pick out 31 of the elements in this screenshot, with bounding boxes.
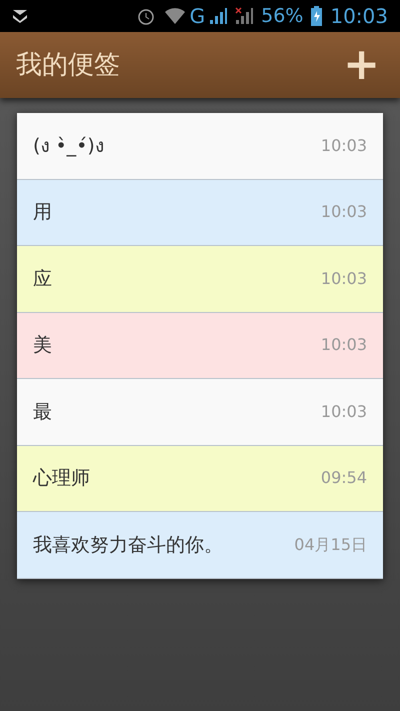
note-time: 10:03 bbox=[320, 268, 367, 290]
no-signal-icon bbox=[235, 7, 254, 25]
wifi-icon bbox=[164, 7, 186, 25]
note-text: 最 bbox=[33, 400, 52, 424]
note-time: 10:03 bbox=[320, 334, 367, 356]
app-title: 我的便签 bbox=[16, 48, 120, 82]
note-item[interactable]: 心理师 09:54 bbox=[17, 446, 383, 512]
note-text: (ง •̀_•́)ง bbox=[33, 134, 104, 158]
note-item[interactable]: 我喜欢努力奋斗的你。 04月15日 bbox=[17, 512, 383, 578]
note-item[interactable]: (ง •̀_•́)ง 10:03 bbox=[17, 113, 383, 180]
notification-icon bbox=[12, 9, 28, 23]
note-item[interactable]: 最 10:03 bbox=[17, 379, 383, 446]
add-button[interactable]: + bbox=[339, 43, 384, 87]
note-item[interactable]: 美 10:03 bbox=[17, 312, 383, 379]
note-time: 09:54 bbox=[320, 467, 367, 490]
clock-time: 10:03 bbox=[330, 3, 388, 30]
note-time: 10:03 bbox=[320, 201, 367, 224]
battery-percent: 56% bbox=[261, 4, 304, 29]
note-text: 美 bbox=[33, 333, 52, 358]
note-time: 10:03 bbox=[320, 400, 367, 423]
battery-charging-icon bbox=[311, 6, 322, 26]
network-type: G bbox=[190, 3, 206, 30]
note-time: 04月15日 bbox=[294, 534, 367, 556]
note-time: 10:03 bbox=[320, 134, 367, 157]
note-text: 用 bbox=[33, 200, 52, 225]
note-text: 我喜欢努力奋斗的你。 bbox=[33, 532, 223, 558]
signal-icon bbox=[209, 7, 228, 25]
note-text: 应 bbox=[33, 266, 52, 292]
note-item[interactable]: 应 10:03 bbox=[17, 246, 383, 312]
note-item[interactable]: 用 10:03 bbox=[17, 180, 383, 246]
note-text: 心理师 bbox=[33, 466, 90, 491]
